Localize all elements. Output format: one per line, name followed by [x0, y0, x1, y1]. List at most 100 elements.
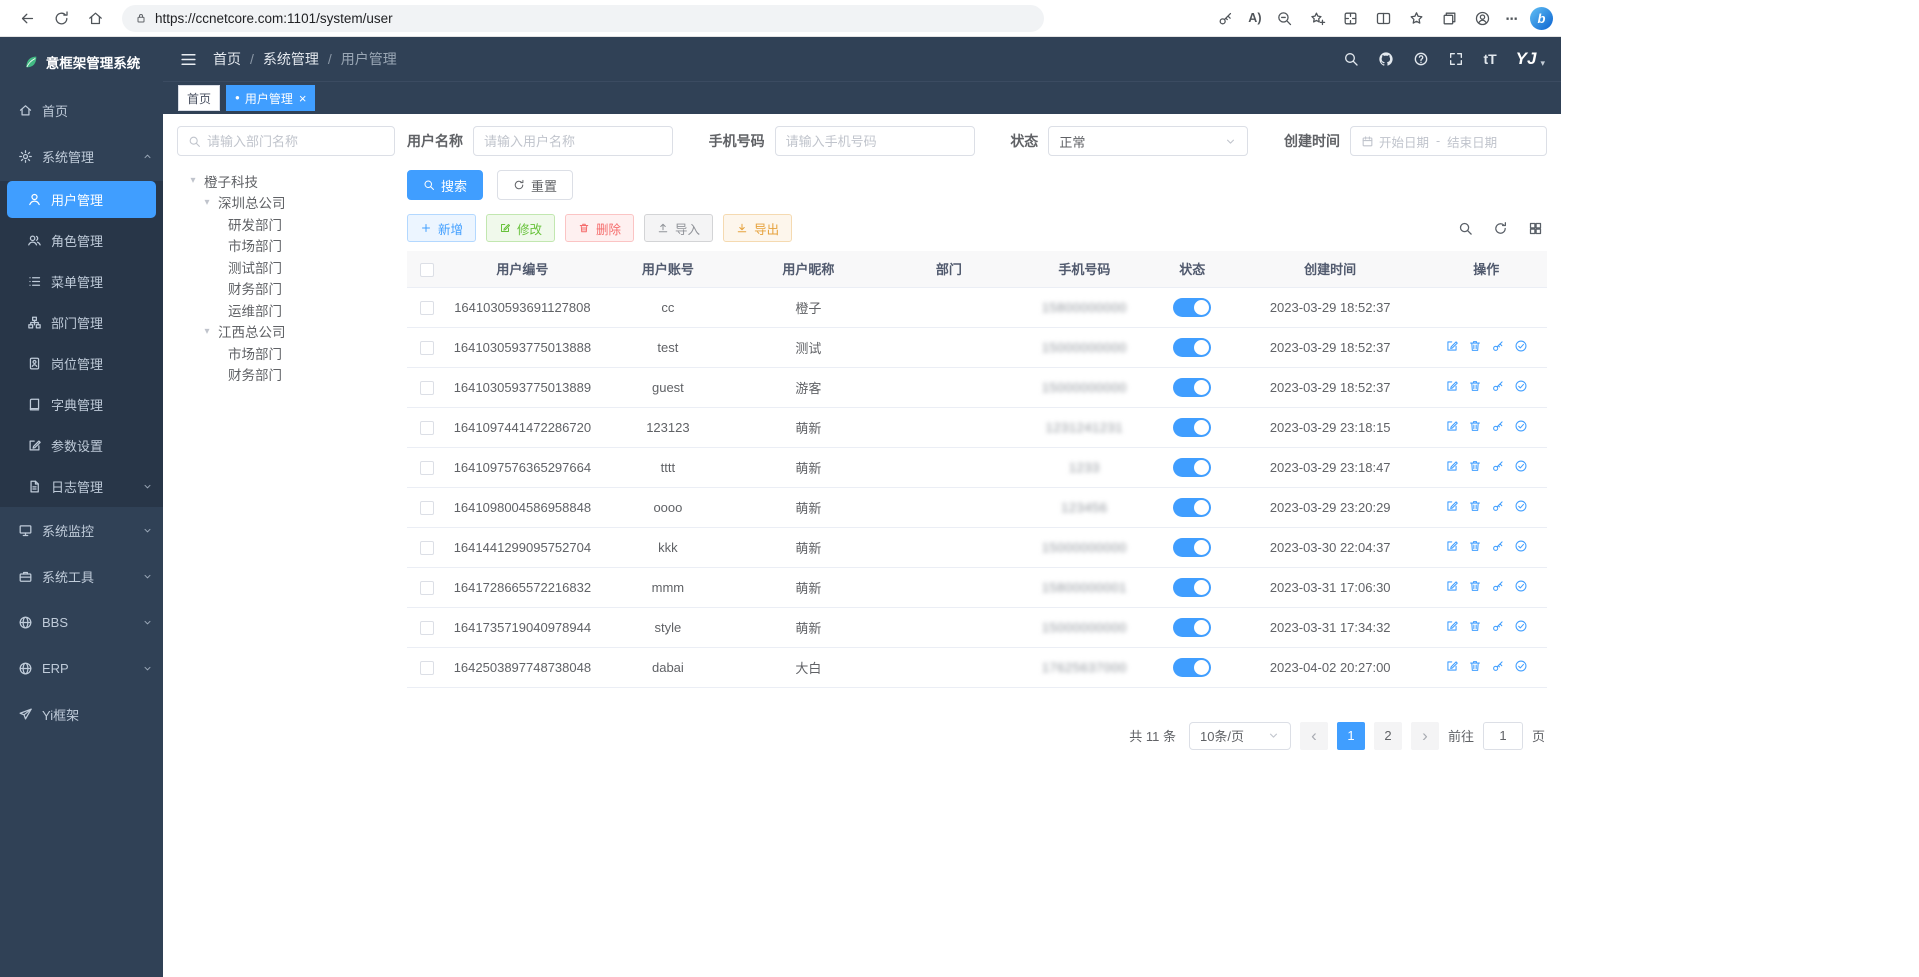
row-checkbox[interactable] [420, 341, 434, 355]
row-edit-icon[interactable] [1445, 459, 1459, 473]
sidebar-item-erp[interactable]: ERP [0, 645, 163, 691]
phone-input[interactable] [786, 134, 964, 149]
row-checkbox[interactable] [420, 501, 434, 515]
tree-node-5[interactable]: 财务部门 [177, 278, 395, 300]
password-key-icon[interactable] [1210, 4, 1240, 33]
row-reset-password-icon[interactable] [1491, 459, 1505, 473]
status-toggle[interactable] [1173, 658, 1211, 677]
font-size-icon[interactable]: tT [1483, 51, 1496, 67]
sidebar-item-system-tools[interactable]: 系统工具 [0, 553, 163, 599]
add-button[interactable]: 新增 [407, 214, 476, 242]
row-delete-icon[interactable] [1468, 539, 1482, 553]
delete-button[interactable]: 删除 [565, 214, 634, 242]
refresh-table-icon[interactable] [1493, 221, 1508, 236]
tree-caret-icon[interactable]: ▾ [200, 197, 214, 208]
row-reset-password-icon[interactable] [1491, 579, 1505, 593]
row-assign-role-icon[interactable] [1514, 659, 1528, 673]
row-edit-icon[interactable] [1445, 619, 1459, 633]
extensions-icon[interactable] [1336, 4, 1366, 33]
row-assign-role-icon[interactable] [1514, 579, 1528, 593]
breadcrumb-item-1[interactable]: 系统管理 [263, 49, 319, 69]
sidebar-item-role-mgmt[interactable]: 角色管理 [0, 220, 163, 261]
row-checkbox[interactable] [420, 421, 434, 435]
row-reset-password-icon[interactable] [1491, 619, 1505, 633]
favorites-icon[interactable] [1402, 4, 1432, 33]
tree-node-7[interactable]: ▾江西总公司 [177, 321, 395, 343]
copilot-icon[interactable]: b [1530, 7, 1553, 30]
row-checkbox[interactable] [420, 461, 434, 475]
tree-node-1[interactable]: ▾深圳总公司 [177, 192, 395, 214]
row-edit-icon[interactable] [1445, 579, 1459, 593]
sidebar-item-system-mgmt[interactable]: 系统管理 [0, 133, 163, 179]
browser-refresh-icon[interactable] [46, 4, 76, 33]
sidebar-item-user-mgmt[interactable]: 用户管理 [7, 181, 156, 218]
row-delete-icon[interactable] [1468, 499, 1482, 513]
next-page-button[interactable]: › [1411, 722, 1439, 750]
sidebar-item-home[interactable]: 首页 [0, 87, 163, 133]
sidebar-item-dict-mgmt[interactable]: 字典管理 [0, 384, 163, 425]
browser-home-icon[interactable] [80, 4, 110, 33]
tree-node-4[interactable]: 测试部门 [177, 256, 395, 278]
tree-caret-icon[interactable]: ▾ [186, 175, 200, 186]
status-toggle[interactable] [1173, 298, 1211, 317]
row-delete-icon[interactable] [1468, 459, 1482, 473]
reset-button[interactable]: 重置 [497, 170, 573, 200]
row-reset-password-icon[interactable] [1491, 539, 1505, 553]
sidebar-item-bbs[interactable]: BBS [0, 599, 163, 645]
sidebar-item-system-monitor[interactable]: 系统监控 [0, 507, 163, 553]
help-icon[interactable] [1413, 51, 1429, 67]
row-edit-icon[interactable] [1445, 499, 1459, 513]
status-toggle[interactable] [1173, 618, 1211, 637]
sidebar-item-post-mgmt[interactable]: 岗位管理 [0, 343, 163, 384]
read-aloud-icon[interactable]: A) [1243, 4, 1266, 33]
github-icon[interactable] [1378, 51, 1394, 67]
page-size-select[interactable]: 10条/页 [1189, 722, 1291, 750]
row-reset-password-icon[interactable] [1491, 379, 1505, 393]
split-screen-icon[interactable] [1369, 4, 1399, 33]
select-all-checkbox[interactable] [420, 263, 434, 277]
row-delete-icon[interactable] [1468, 379, 1482, 393]
row-checkbox[interactable] [420, 301, 434, 315]
breadcrumb-item-0[interactable]: 首页 [213, 49, 241, 69]
tab-user-mgmt[interactable]: ●用户管理× [226, 85, 315, 111]
tree-node-2[interactable]: 研发部门 [177, 213, 395, 235]
row-assign-role-icon[interactable] [1514, 619, 1528, 633]
status-toggle[interactable] [1173, 418, 1211, 437]
row-checkbox[interactable] [420, 621, 434, 635]
row-assign-role-icon[interactable] [1514, 419, 1528, 433]
sidebar-item-log-mgmt[interactable]: 日志管理 [0, 466, 163, 507]
export-button[interactable]: 导出 [723, 214, 792, 242]
tree-node-0[interactable]: ▾橙子科技 [177, 170, 395, 192]
row-delete-icon[interactable] [1468, 659, 1482, 673]
row-reset-password-icon[interactable] [1491, 659, 1505, 673]
add-favorite-icon[interactable] [1303, 4, 1333, 33]
row-assign-role-icon[interactable] [1514, 459, 1528, 473]
tab-home[interactable]: 首页 [178, 85, 220, 111]
status-toggle[interactable] [1173, 378, 1211, 397]
fullscreen-icon[interactable] [1448, 51, 1464, 67]
sidebar-item-yi-framework[interactable]: Yi框架 [0, 691, 163, 737]
tree-node-8[interactable]: 市场部门 [177, 342, 395, 364]
header-search-icon[interactable] [1343, 51, 1359, 67]
row-assign-role-icon[interactable] [1514, 339, 1528, 353]
avatar[interactable]: YJ ▾ [1516, 49, 1545, 69]
browser-back-icon[interactable] [12, 4, 42, 33]
row-checkbox[interactable] [420, 581, 434, 595]
tree-node-6[interactable]: 运维部门 [177, 299, 395, 321]
sidebar-item-dept-mgmt[interactable]: 部门管理 [0, 302, 163, 343]
date-range-picker[interactable]: 开始日期 - 结束日期 [1350, 126, 1547, 156]
tree-node-9[interactable]: 财务部门 [177, 364, 395, 386]
row-assign-role-icon[interactable] [1514, 499, 1528, 513]
column-settings-icon[interactable] [1528, 221, 1543, 236]
row-checkbox[interactable] [420, 661, 434, 675]
status-toggle[interactable] [1173, 578, 1211, 597]
row-edit-icon[interactable] [1445, 339, 1459, 353]
row-delete-icon[interactable] [1468, 619, 1482, 633]
browser-profile-icon[interactable] [1468, 4, 1498, 33]
import-button[interactable]: 导入 [644, 214, 713, 242]
tab-close-icon[interactable]: × [299, 91, 307, 106]
hamburger-icon[interactable] [179, 50, 198, 69]
row-edit-icon[interactable] [1445, 539, 1459, 553]
row-assign-role-icon[interactable] [1514, 539, 1528, 553]
zoom-icon[interactable] [1270, 4, 1300, 33]
